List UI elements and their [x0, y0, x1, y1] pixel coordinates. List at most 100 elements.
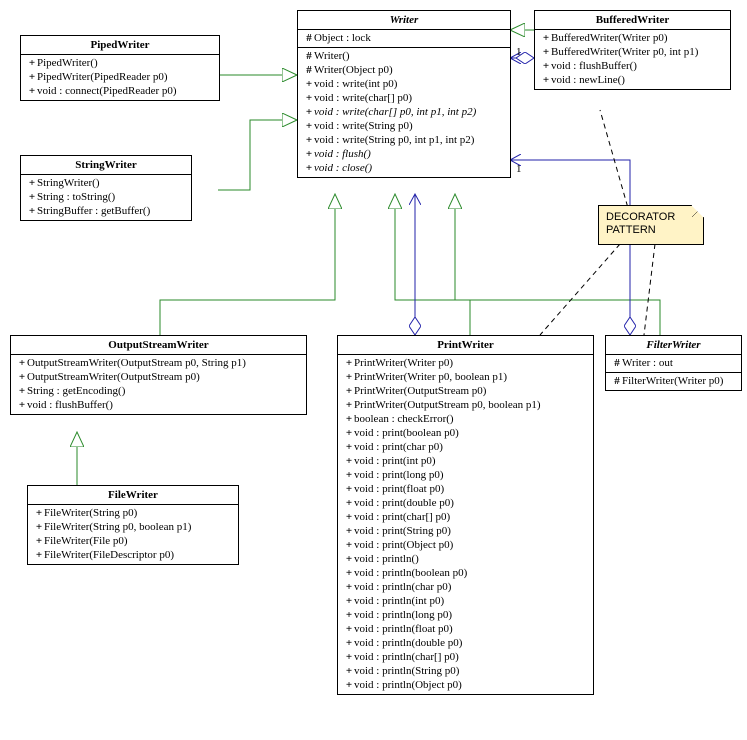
class-title: Writer: [298, 11, 510, 30]
visibility-icon: +: [27, 70, 37, 84]
member-text: void : close(): [314, 162, 372, 174]
member-row: #FilterWriter(Writer p0): [612, 374, 735, 388]
visibility-icon: +: [344, 356, 354, 370]
member-text: boolean : checkError(): [354, 413, 454, 425]
member-text: StringBuffer : getBuffer(): [37, 205, 150, 217]
member-text: void : write(String p0): [314, 120, 413, 132]
visibility-icon: +: [344, 370, 354, 384]
member-row: +FileWriter(String p0): [34, 506, 232, 520]
visibility-icon: +: [17, 398, 27, 412]
member-row: +void : write(String p0, int p1, int p2): [304, 133, 504, 147]
member-row: +PrintWriter(OutputStream p0): [344, 384, 587, 398]
note-anchor-3: [540, 244, 620, 335]
member-text: StringWriter(): [37, 177, 99, 189]
member-text: PipedWriter(): [37, 57, 98, 69]
visibility-icon: +: [344, 566, 354, 580]
visibility-icon: +: [344, 524, 354, 538]
ops: +StringWriter()+String : toString()+Stri…: [21, 175, 191, 220]
mult-bw: 1: [516, 46, 522, 58]
member-text: Writer(): [314, 50, 350, 62]
member-text: Writer(Object p0): [314, 64, 393, 76]
ops: +OutputStreamWriter(OutputStream p0, Str…: [11, 355, 306, 414]
class-title: BufferedWriter: [535, 11, 730, 30]
visibility-icon: +: [344, 412, 354, 426]
visibility-icon: +: [344, 552, 354, 566]
visibility-icon: +: [27, 84, 37, 98]
member-text: String : getEncoding(): [27, 385, 125, 397]
class-title: FileWriter: [28, 486, 238, 505]
member-text: void : flushBuffer(): [27, 399, 113, 411]
visibility-icon: +: [304, 105, 314, 119]
decorator-pattern-note: DECORATOR PATTERN: [598, 205, 704, 245]
member-row: +StringWriter(): [27, 176, 185, 190]
visibility-icon: +: [304, 161, 314, 175]
visibility-icon: +: [27, 56, 37, 70]
member-text: void : write(char[] p0, int p1, int p2): [314, 106, 476, 118]
member-row: +PrintWriter(OutputStream p0, boolean p1…: [344, 398, 587, 412]
visibility-icon: +: [344, 454, 354, 468]
member-text: String : toString(): [37, 191, 115, 203]
visibility-icon: +: [17, 370, 27, 384]
member-row: +void : write(char[] p0): [304, 91, 504, 105]
visibility-icon: +: [541, 59, 551, 73]
ops: +PipedWriter()+PipedWriter(PipedReader p…: [21, 55, 219, 100]
class-title: PipedWriter: [21, 36, 219, 55]
member-row: +void : print(char p0): [344, 440, 587, 454]
member-text: void : println(boolean p0): [354, 567, 467, 579]
visibility-icon: +: [27, 204, 37, 218]
visibility-icon: #: [612, 356, 622, 370]
visibility-icon: +: [304, 147, 314, 161]
member-row: #Object : lock: [304, 31, 504, 45]
member-row: +PipedWriter(): [27, 56, 213, 70]
class-printwriter: PrintWriter +PrintWriter(Writer p0)+Prin…: [337, 335, 594, 695]
member-text: void : write(int p0): [314, 78, 397, 90]
member-row: +void : print(Object p0): [344, 538, 587, 552]
gen-stringwriter-writer: [218, 120, 297, 190]
visibility-icon: +: [344, 636, 354, 650]
member-row: +void : flush(): [304, 147, 504, 161]
member-row: +void : write(char[] p0, int p1, int p2): [304, 105, 504, 119]
member-row: +BufferedWriter(Writer p0): [541, 31, 724, 45]
member-text: FileWriter(String p0): [44, 507, 137, 519]
member-text: void : newLine(): [551, 74, 625, 86]
visibility-icon: +: [344, 440, 354, 454]
visibility-icon: +: [27, 176, 37, 190]
member-text: void : print(long p0): [354, 469, 444, 481]
class-filewriter: FileWriter +FileWriter(String p0)+FileWr…: [27, 485, 239, 565]
note-anchor-2: [644, 244, 655, 335]
member-row: +void : flushBuffer(): [17, 398, 300, 412]
attrs: #Writer : out: [606, 355, 741, 373]
visibility-icon: +: [34, 534, 44, 548]
class-filterwriter: FilterWriter #Writer : out #FilterWriter…: [605, 335, 742, 391]
member-text: BufferedWriter(Writer p0): [551, 32, 668, 44]
member-text: PrintWriter(OutputStream p0): [354, 385, 486, 397]
member-row: +OutputStreamWriter(OutputStream p0, Str…: [17, 356, 300, 370]
member-text: void : print(boolean p0): [354, 427, 459, 439]
visibility-icon: +: [344, 580, 354, 594]
note-line2: PATTERN: [606, 224, 696, 237]
class-pipedwriter: PipedWriter +PipedWriter()+PipedWriter(P…: [20, 35, 220, 101]
member-row: +void : println(char[] p0): [344, 650, 587, 664]
visibility-icon: +: [304, 91, 314, 105]
visibility-icon: +: [304, 133, 314, 147]
member-text: void : print(char[] p0): [354, 511, 450, 523]
class-outputstreamwriter: OutputStreamWriter +OutputStreamWriter(O…: [10, 335, 307, 415]
member-text: PrintWriter(Writer p0): [354, 357, 453, 369]
member-text: void : println(Object p0): [354, 679, 462, 691]
visibility-icon: +: [344, 496, 354, 510]
visibility-icon: #: [304, 49, 314, 63]
member-row: +void : println(double p0): [344, 636, 587, 650]
member-row: +void : print(String p0): [344, 524, 587, 538]
member-text: Writer : out: [622, 357, 673, 369]
member-text: FilterWriter(Writer p0): [622, 375, 723, 387]
member-row: +boolean : checkError(): [344, 412, 587, 426]
visibility-icon: +: [541, 31, 551, 45]
member-row: #Writer(Object p0): [304, 63, 504, 77]
member-row: +void : println(): [344, 552, 587, 566]
visibility-icon: +: [344, 608, 354, 622]
ops: #FilterWriter(Writer p0): [606, 373, 741, 390]
member-row: #Writer : out: [612, 356, 735, 370]
visibility-icon: +: [304, 119, 314, 133]
ops: +PrintWriter(Writer p0)+PrintWriter(Writ…: [338, 355, 593, 694]
visibility-icon: +: [34, 506, 44, 520]
